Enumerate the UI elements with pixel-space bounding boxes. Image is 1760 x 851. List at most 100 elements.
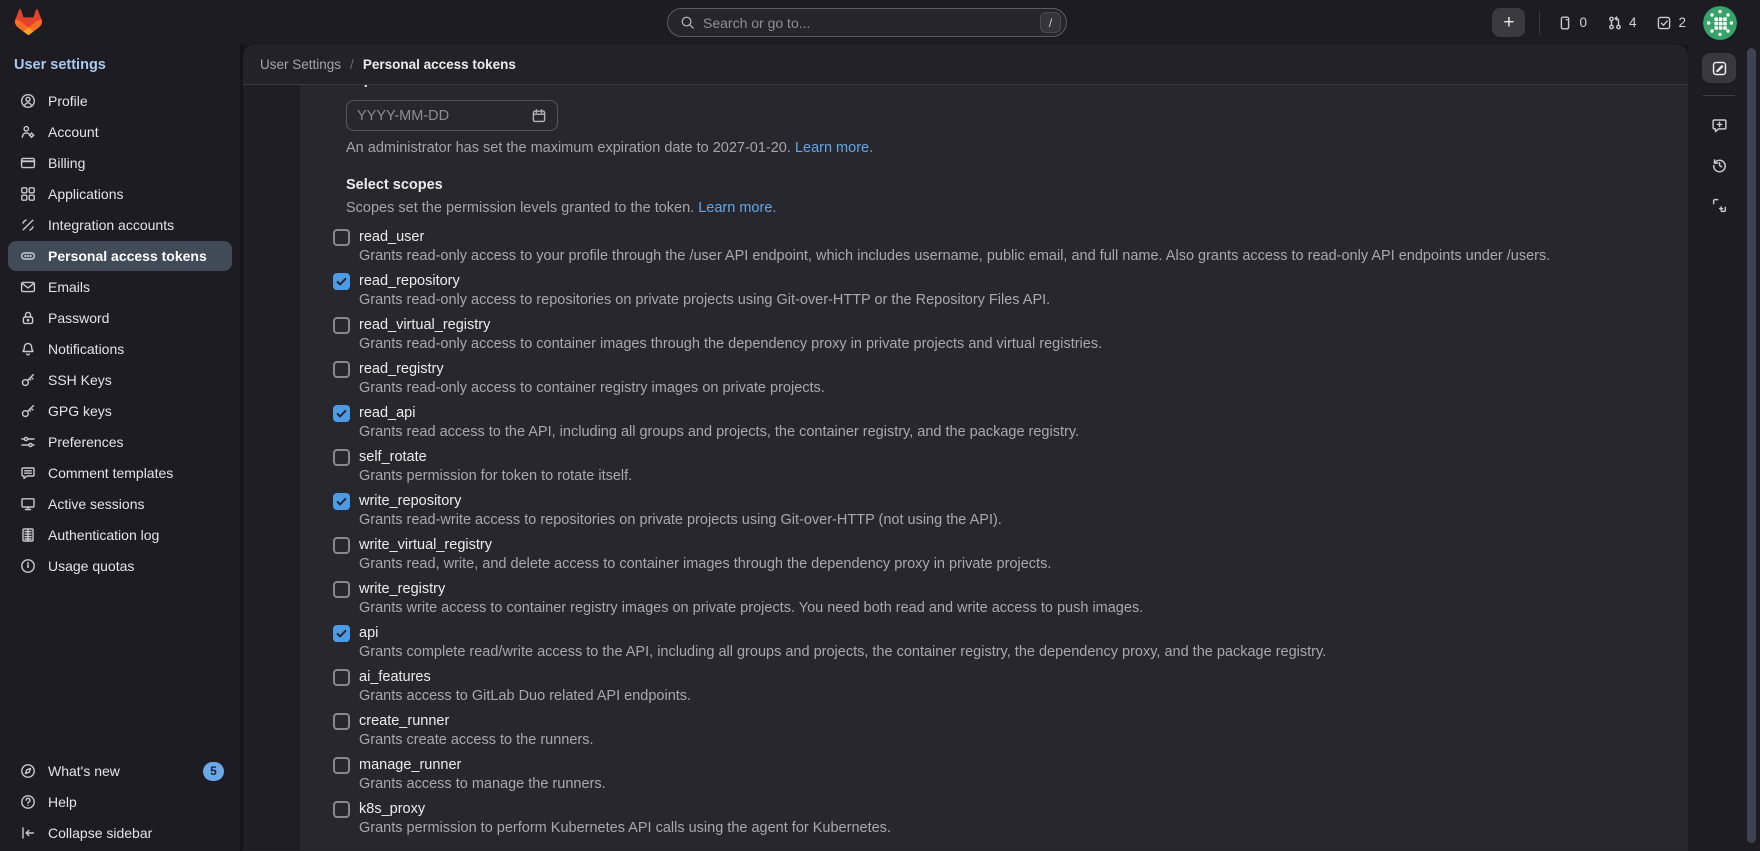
merge-request-icon xyxy=(1607,15,1623,31)
scope-checkbox-read_virtual_registry[interactable] xyxy=(333,317,350,334)
issues-counter[interactable]: 0 xyxy=(1554,13,1590,33)
scope-row-write_registry: write_registry Grants write access to co… xyxy=(333,580,1593,618)
scope-description: Grants read-write access to repositories… xyxy=(359,511,1587,530)
main-panel: User Settings / Personal access tokens E… xyxy=(243,45,1688,851)
scope-name: write_virtual_registry xyxy=(359,536,492,555)
sidebar-item-preferences[interactable]: Preferences xyxy=(8,427,232,457)
scope-description: Grants permission to perform Kubernetes … xyxy=(359,819,1587,838)
help-label: Help xyxy=(48,794,77,810)
scope-row-read_api: read_api Grants read access to the API, … xyxy=(333,404,1593,442)
expiration-date-input[interactable] xyxy=(357,108,523,124)
scope-checkbox-read_repository[interactable] xyxy=(333,273,350,290)
scope-name: api xyxy=(359,624,378,643)
comment-plus-icon xyxy=(1711,117,1728,134)
add-comment-button[interactable] xyxy=(1702,110,1736,140)
search-input[interactable] xyxy=(703,15,1032,31)
integration-icon xyxy=(20,217,36,233)
scope-checkbox-read_user[interactable] xyxy=(333,229,350,246)
sidebar-item-gpg-keys[interactable]: GPG keys xyxy=(8,396,232,426)
scope-description: Grants read access to the API, including… xyxy=(359,423,1587,442)
rail-divider xyxy=(1703,95,1735,96)
scope-checkbox-create_runner[interactable] xyxy=(333,713,350,730)
create-new-button[interactable]: + xyxy=(1492,8,1525,37)
scope-checkbox-read_registry[interactable] xyxy=(333,361,350,378)
scope-checkbox-k8s_proxy[interactable] xyxy=(333,801,350,818)
scope-description: Grants complete read/write access to the… xyxy=(359,643,1587,662)
scope-checkbox-self_rotate[interactable] xyxy=(333,449,350,466)
scope-description: Grants access to manage the runners. xyxy=(359,775,1587,794)
sidebar-item-usage-quotas[interactable]: Usage quotas xyxy=(8,551,232,581)
sidebar-item-active-sessions[interactable]: Active sessions xyxy=(8,489,232,519)
scope-name: write_registry xyxy=(359,580,445,599)
user-avatar[interactable] xyxy=(1703,6,1737,40)
todos-count: 2 xyxy=(1678,15,1686,30)
scope-description: Grants read, write, and delete access to… xyxy=(359,555,1587,574)
scope-name: ai_features xyxy=(359,668,431,687)
sidebar-item-account[interactable]: Account xyxy=(8,117,232,147)
sidebar-item-help[interactable]: Help xyxy=(8,787,232,817)
scope-row-read_repository: read_repository Grants read-only access … xyxy=(333,272,1593,310)
gitlab-logo[interactable] xyxy=(15,9,42,35)
scope-description: Grants write access to container registr… xyxy=(359,599,1587,618)
scope-checkbox-write_virtual_registry[interactable] xyxy=(333,537,350,554)
select-scopes-heading: Select scopes xyxy=(346,176,1593,195)
scope-description: Grants read-only access to your profile … xyxy=(359,247,1587,266)
scope-checkbox-write_registry[interactable] xyxy=(333,581,350,598)
compass-icon xyxy=(20,763,36,779)
sidebar-item-integration-accounts[interactable]: Integration accounts xyxy=(8,210,232,240)
scope-row-write_virtual_registry: write_virtual_registry Grants read, writ… xyxy=(333,536,1593,574)
sidebar-item-applications[interactable]: Applications xyxy=(8,179,232,209)
sidebar-item-billing[interactable]: Billing xyxy=(8,148,232,178)
comment-icon xyxy=(20,465,36,481)
scope-checkbox-ai_features[interactable] xyxy=(333,669,350,686)
select-scopes-subtitle: Scopes set the permission levels granted… xyxy=(346,199,1593,218)
global-search[interactable]: / xyxy=(667,8,1067,37)
scopes-learn-more-link[interactable]: Learn more. xyxy=(698,200,776,216)
sidebar-item-comment-templates[interactable]: Comment templates xyxy=(8,458,232,488)
history-button[interactable] xyxy=(1702,150,1736,180)
token-form: Expiration date An administrator has set… xyxy=(300,85,1688,850)
scope-checkbox-read_api[interactable] xyxy=(333,405,350,422)
todos-counter[interactable]: 2 xyxy=(1653,13,1689,33)
scope-row-create_runner: create_runner Grants create access to th… xyxy=(333,712,1593,750)
applications-icon xyxy=(20,186,36,202)
sidebar-item-ssh-keys[interactable]: SSH Keys xyxy=(8,365,232,395)
breadcrumb-user-settings[interactable]: User Settings xyxy=(260,57,341,72)
scope-description: Grants create access to the runners. xyxy=(359,731,1587,750)
collapse-label: Collapse sidebar xyxy=(48,825,152,841)
scope-row-manage_runner: manage_runner Grants access to manage th… xyxy=(333,756,1593,794)
sidebar-item-password[interactable]: Password xyxy=(8,303,232,333)
expand-button[interactable] xyxy=(1702,190,1736,220)
scope-row-read_registry: read_registry Grants read-only access to… xyxy=(333,360,1593,398)
scope-checkbox-manage_runner[interactable] xyxy=(333,757,350,774)
collapse-icon xyxy=(20,825,36,841)
scope-description: Grants read-only access to container reg… xyxy=(359,379,1587,398)
sidebar-item-authentication-log[interactable]: Authentication log xyxy=(8,520,232,550)
edit-pencil-icon xyxy=(1711,60,1728,77)
collapse-sidebar-button[interactable]: Collapse sidebar xyxy=(8,818,232,848)
scope-row-self_rotate: self_rotate Grants permission for token … xyxy=(333,448,1593,486)
history-icon xyxy=(1711,157,1728,174)
sidebar-item-personal-access-tokens[interactable]: Personal access tokens xyxy=(8,241,232,271)
expiration-learn-more-link[interactable]: Learn more. xyxy=(795,140,873,156)
scope-description: Grants read-only access to repositories … xyxy=(359,291,1587,310)
sidebar-item-whats-new[interactable]: What's new 5 xyxy=(8,756,232,786)
scope-row-read_user: read_user Grants read-only access to you… xyxy=(333,228,1593,266)
merge-requests-counter[interactable]: 4 xyxy=(1604,13,1640,33)
search-shortcut-key: / xyxy=(1040,12,1061,33)
settings-sidebar: User settings Profile Account Billing Ap… xyxy=(0,45,240,851)
sidebar-item-emails[interactable]: Emails xyxy=(8,272,232,302)
scrollbar-thumb[interactable] xyxy=(1747,48,1756,843)
scope-checkbox-write_repository[interactable] xyxy=(333,493,350,510)
expiration-date-field[interactable] xyxy=(346,100,558,131)
edit-button[interactable] xyxy=(1702,53,1736,83)
sidebar-item-notifications[interactable]: Notifications xyxy=(8,334,232,364)
lock-icon xyxy=(20,310,36,326)
scope-name: k8s_proxy xyxy=(359,800,425,819)
whats-new-label: What's new xyxy=(48,763,120,779)
calendar-icon[interactable] xyxy=(531,108,547,124)
breadcrumb-current: Personal access tokens xyxy=(363,57,516,72)
todo-icon xyxy=(1656,15,1672,31)
scope-checkbox-api[interactable] xyxy=(333,625,350,642)
sidebar-item-profile[interactable]: Profile xyxy=(8,86,232,116)
